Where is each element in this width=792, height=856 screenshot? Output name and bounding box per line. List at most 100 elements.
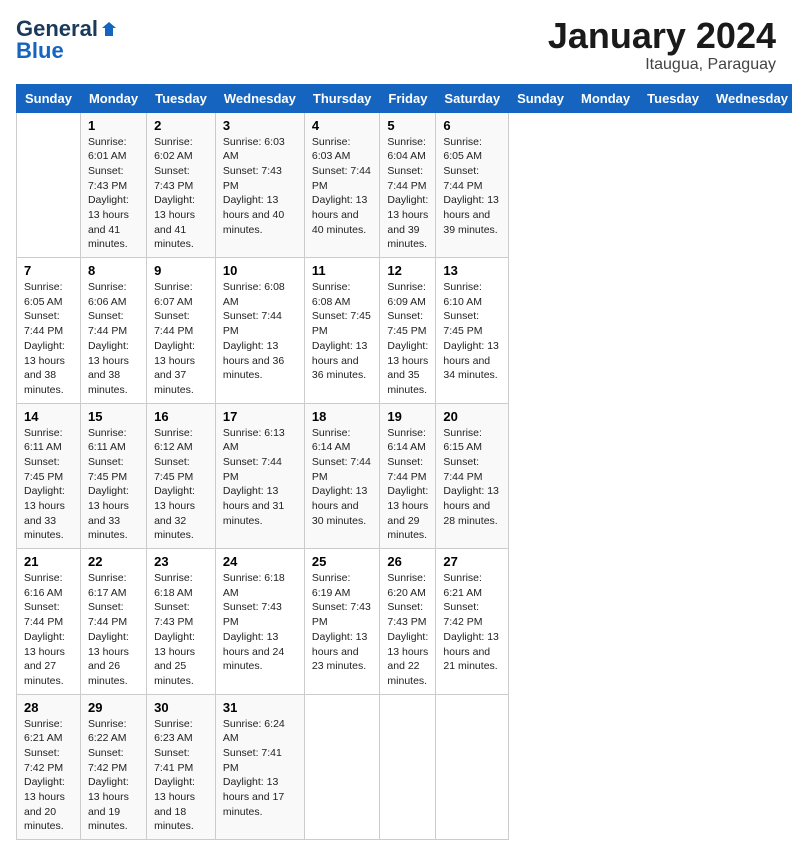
day-number: 12	[387, 263, 428, 278]
logo-icon	[100, 20, 118, 38]
calendar-cell: 17 Sunrise: 6:13 AMSunset: 7:44 PMDayligh…	[215, 403, 304, 549]
header-wednesday: Wednesday	[215, 84, 304, 112]
header-friday: Friday	[380, 84, 436, 112]
day-info: Sunrise: 6:05 AMSunset: 7:44 PMDaylight:…	[443, 135, 501, 238]
calendar-cell	[17, 112, 81, 258]
day-info: Sunrise: 6:03 AMSunset: 7:43 PMDaylight:…	[223, 135, 297, 238]
day-number: 21	[24, 554, 73, 569]
day-info: Sunrise: 6:02 AMSunset: 7:43 PMDaylight:…	[154, 135, 208, 253]
day-info: Sunrise: 6:11 AMSunset: 7:45 PMDaylight:…	[24, 426, 73, 544]
day-number: 9	[154, 263, 208, 278]
logo-blue: Blue	[16, 38, 64, 64]
day-number: 2	[154, 118, 208, 133]
calendar-cell: 24Sunrise: 6:18 AMSunset: 7:43 PMDayligh…	[215, 549, 304, 695]
calendar-cell: 8 Sunrise: 6:06 AMSunset: 7:44 PMDaylight…	[80, 258, 146, 404]
calendar-cell: 23Sunrise: 6:18 AMSunset: 7:43 PMDayligh…	[147, 549, 216, 695]
day-info: Sunrise: 6:01 AMSunset: 7:43 PMDaylight:…	[88, 135, 139, 253]
calendar-cell: 11 Sunrise: 6:08 AMSunset: 7:45 PMDayligh…	[304, 258, 380, 404]
calendar-cell: 16 Sunrise: 6:12 AMSunset: 7:45 PMDayligh…	[147, 403, 216, 549]
day-info: Sunrise: 6:16 AMSunset: 7:44 PMDaylight:…	[24, 571, 73, 689]
day-number: 15	[88, 409, 139, 424]
day-number: 27	[443, 554, 501, 569]
day-number: 30	[154, 700, 208, 715]
calendar-cell: 20Sunrise: 6:15 AMSunset: 7:44 PMDayligh…	[436, 403, 509, 549]
day-info: Sunrise: 6:04 AMSunset: 7:44 PMDaylight:…	[387, 135, 428, 253]
day-number: 11	[312, 263, 373, 278]
day-info: Sunrise: 6:17 AMSunset: 7:44 PMDaylight:…	[88, 571, 139, 689]
calendar-cell	[304, 694, 380, 840]
day-number: 10	[223, 263, 297, 278]
day-number: 16	[154, 409, 208, 424]
day-info: Sunrise: 6:18 AMSunset: 7:43 PMDaylight:…	[154, 571, 208, 689]
day-number: 25	[312, 554, 373, 569]
day-number: 7	[24, 263, 73, 278]
day-info: Sunrise: 6:09 AMSunset: 7:45 PMDaylight:…	[387, 280, 428, 398]
calendar-week-row: 14 Sunrise: 6:11 AMSunset: 7:45 PMDayligh…	[17, 403, 792, 549]
calendar-cell: 29 Sunrise: 6:22 AMSunset: 7:42 PMDayligh…	[80, 694, 146, 840]
calendar-cell: 31 Sunrise: 6:24 AMSunset: 7:41 PMDayligh…	[215, 694, 304, 840]
calendar-cell: 18 Sunrise: 6:14 AMSunset: 7:44 PMDayligh…	[304, 403, 380, 549]
calendar-cell: 25Sunrise: 6:19 AMSunset: 7:43 PMDayligh…	[304, 549, 380, 695]
day-info: Sunrise: 6:13 AMSunset: 7:44 PMDaylight:…	[223, 426, 297, 529]
day-info: Sunrise: 6:23 AMSunset: 7:41 PMDaylight:…	[154, 717, 208, 835]
month-title: January 2024	[548, 16, 776, 56]
day-info: Sunrise: 6:06 AMSunset: 7:44 PMDaylight:…	[88, 280, 139, 398]
day-number: 18	[312, 409, 373, 424]
calendar-cell: 10 Sunrise: 6:08 AMSunset: 7:44 PMDayligh…	[215, 258, 304, 404]
calendar-cell	[380, 694, 436, 840]
header-wednesday: Wednesday	[707, 84, 792, 112]
calendar-cell: 12 Sunrise: 6:09 AMSunset: 7:45 PMDayligh…	[380, 258, 436, 404]
calendar-cell: 26Sunrise: 6:20 AMSunset: 7:43 PMDayligh…	[380, 549, 436, 695]
calendar-cell	[436, 694, 509, 840]
calendar-cell: 7Sunrise: 6:05 AMSunset: 7:44 PMDaylight…	[17, 258, 81, 404]
page-header: General Blue January 2024 Itaugua, Parag…	[16, 16, 776, 74]
calendar-cell: 30 Sunrise: 6:23 AMSunset: 7:41 PMDayligh…	[147, 694, 216, 840]
day-info: Sunrise: 6:14 AMSunset: 7:44 PMDaylight:…	[387, 426, 428, 544]
day-info: Sunrise: 6:08 AMSunset: 7:45 PMDaylight:…	[312, 280, 373, 383]
day-info: Sunrise: 6:07 AMSunset: 7:44 PMDaylight:…	[154, 280, 208, 398]
day-info: Sunrise: 6:12 AMSunset: 7:45 PMDaylight:…	[154, 426, 208, 544]
calendar-week-row: 21 Sunrise: 6:16 AMSunset: 7:44 PMDayligh…	[17, 549, 792, 695]
calendar-cell: 3 Sunrise: 6:03 AMSunset: 7:43 PMDaylight…	[215, 112, 304, 258]
day-number: 17	[223, 409, 297, 424]
header-monday: Monday	[80, 84, 146, 112]
title-block: January 2024 Itaugua, Paraguay	[548, 16, 776, 74]
day-number: 13	[443, 263, 501, 278]
day-number: 24	[223, 554, 297, 569]
day-number: 4	[312, 118, 373, 133]
day-info: Sunrise: 6:24 AMSunset: 7:41 PMDaylight:…	[223, 717, 297, 820]
calendar-cell: 15 Sunrise: 6:11 AMSunset: 7:45 PMDayligh…	[80, 403, 146, 549]
location: Itaugua, Paraguay	[548, 56, 776, 74]
calendar-cell: 28Sunrise: 6:21 AMSunset: 7:42 PMDayligh…	[17, 694, 81, 840]
header-thursday: Thursday	[304, 84, 380, 112]
header-sunday: Sunday	[17, 84, 81, 112]
day-info: Sunrise: 6:08 AMSunset: 7:44 PMDaylight:…	[223, 280, 297, 383]
day-info: Sunrise: 6:22 AMSunset: 7:42 PMDaylight:…	[88, 717, 139, 835]
day-number: 20	[443, 409, 501, 424]
calendar-week-row: 28Sunrise: 6:21 AMSunset: 7:42 PMDayligh…	[17, 694, 792, 840]
day-number: 8	[88, 263, 139, 278]
day-info: Sunrise: 6:21 AMSunset: 7:42 PMDaylight:…	[24, 717, 73, 835]
calendar-table: SundayMondayTuesdayWednesdayThursdayFrid…	[16, 84, 792, 841]
header-tuesday: Tuesday	[147, 84, 216, 112]
header-sunday: Sunday	[509, 84, 573, 112]
header-monday: Monday	[573, 84, 639, 112]
day-info: Sunrise: 6:10 AMSunset: 7:45 PMDaylight:…	[443, 280, 501, 383]
day-info: Sunrise: 6:21 AMSunset: 7:42 PMDaylight:…	[443, 571, 501, 674]
day-number: 1	[88, 118, 139, 133]
logo: General Blue	[16, 16, 118, 64]
calendar-cell: 6 Sunrise: 6:05 AMSunset: 7:44 PMDaylight…	[436, 112, 509, 258]
day-info: Sunrise: 6:14 AMSunset: 7:44 PMDaylight:…	[312, 426, 373, 529]
day-info: Sunrise: 6:11 AMSunset: 7:45 PMDaylight:…	[88, 426, 139, 544]
day-number: 3	[223, 118, 297, 133]
calendar-cell: 5Sunrise: 6:04 AMSunset: 7:44 PMDaylight…	[380, 112, 436, 258]
calendar-cell: 27 Sunrise: 6:21 AMSunset: 7:42 PMDayligh…	[436, 549, 509, 695]
day-number: 26	[387, 554, 428, 569]
header-tuesday: Tuesday	[639, 84, 708, 112]
day-number: 29	[88, 700, 139, 715]
day-number: 31	[223, 700, 297, 715]
day-number: 6	[443, 118, 501, 133]
calendar-cell: 14 Sunrise: 6:11 AMSunset: 7:45 PMDayligh…	[17, 403, 81, 549]
day-number: 14	[24, 409, 73, 424]
calendar-week-row: 1 Sunrise: 6:01 AMSunset: 7:43 PMDaylight…	[17, 112, 792, 258]
